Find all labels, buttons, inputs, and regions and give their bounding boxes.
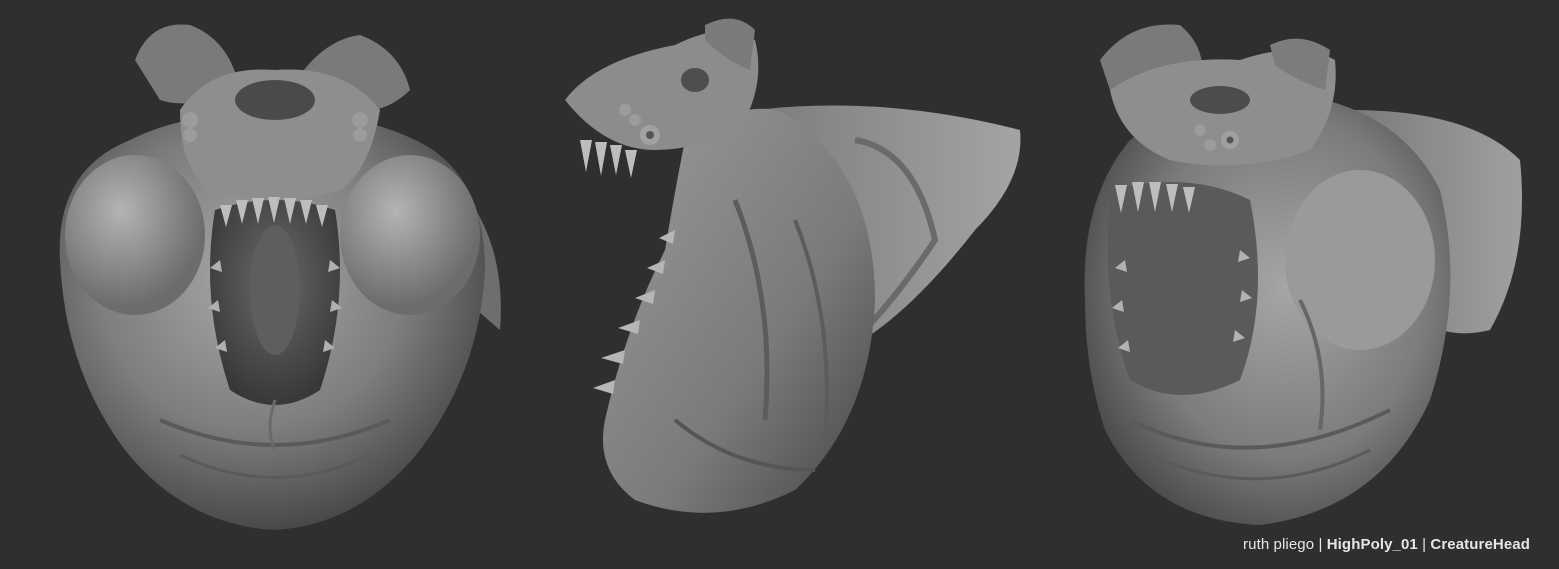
creature-head-three-quarter-view — [1070, 0, 1530, 540]
asset-stage-label: HighPoly_01 — [1326, 536, 1418, 553]
creature-head-side-render — [565, 18, 1021, 513]
credit-separator: | — [1314, 536, 1327, 553]
artist-credit: ruth pliego | HighPoly_01 | CreatureHead — [1243, 536, 1530, 553]
credit-separator: | — [1417, 536, 1431, 553]
asset-name-label: CreatureHead — [1430, 536, 1530, 553]
creature-head-front-view — [40, 0, 510, 540]
creature-head-front-render — [59, 24, 501, 531]
render-canvas: ruth pliego | HighPoly_01 | CreatureHead — [0, 0, 1559, 569]
artist-name: ruth pliego — [1243, 536, 1315, 553]
creature-head-side-view — [555, 0, 1035, 540]
creature-head-three-quarter-render — [1084, 24, 1522, 525]
